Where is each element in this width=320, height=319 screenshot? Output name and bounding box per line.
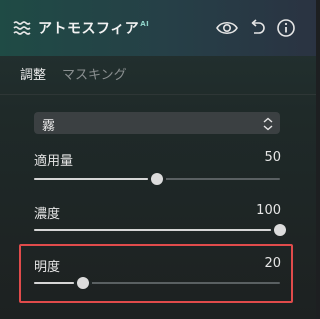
preset-select-value: 霧 xyxy=(42,119,56,134)
density-value[interactable]: 100 xyxy=(256,203,281,218)
amount-slider-thumb[interactable] xyxy=(151,173,163,185)
tab-adjust[interactable]: 調整 xyxy=(20,64,46,83)
tab-masking[interactable]: マスキング xyxy=(62,64,127,83)
haze-icon xyxy=(12,18,32,38)
atmosphere-panel: アトモスフィアAI 調整 マスキング 霧 適用量 50 濃度 100 明度 20 xyxy=(0,0,316,319)
highlight-box xyxy=(19,244,293,303)
amount-value[interactable]: 50 xyxy=(264,150,281,165)
tab-bar: 調整 マスキング xyxy=(0,56,316,95)
preset-select[interactable]: 霧 xyxy=(34,112,280,134)
panel-header: アトモスフィアAI xyxy=(0,0,316,56)
eye-icon[interactable] xyxy=(216,18,238,38)
density-label: 濃度 xyxy=(34,207,61,222)
panel-title: アトモスフィアAI xyxy=(38,20,150,37)
amount-slider-fill xyxy=(34,178,148,180)
chevron-updown-icon xyxy=(262,116,274,131)
density-slider-thumb[interactable] xyxy=(274,224,286,236)
density-slider[interactable] xyxy=(34,224,289,236)
amount-label: 適用量 xyxy=(34,154,74,169)
undo-icon[interactable] xyxy=(248,18,268,38)
info-icon[interactable] xyxy=(276,18,296,38)
ai-badge: AI xyxy=(140,20,150,28)
amount-slider[interactable] xyxy=(34,173,280,185)
density-slider-fill xyxy=(34,229,271,231)
